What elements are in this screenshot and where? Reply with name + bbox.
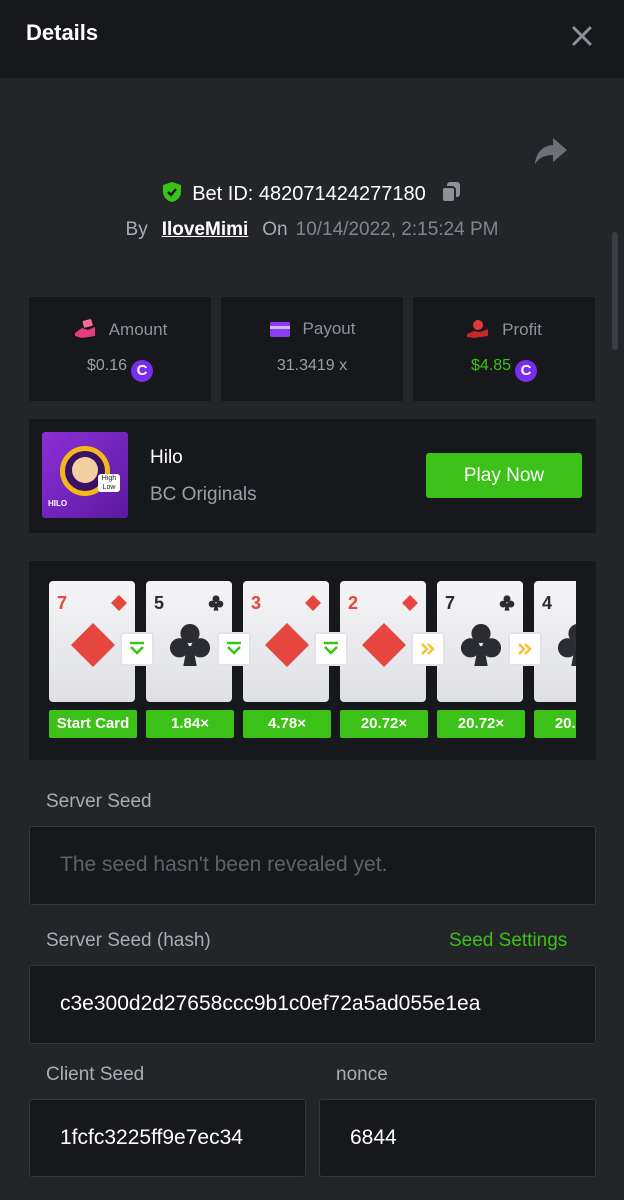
lower-arrow-icon bbox=[217, 632, 251, 666]
coin-icon: C bbox=[131, 360, 154, 382]
lower-arrow-icon bbox=[120, 632, 154, 666]
seed-settings-link[interactable]: Seed Settings bbox=[449, 930, 567, 952]
stat-value: $4.85 bbox=[470, 357, 512, 374]
server-hash-label: Server Seed (hash) bbox=[46, 930, 211, 951]
stat-profit: Profit $4.85 C bbox=[413, 297, 595, 401]
badge-high: High bbox=[101, 475, 117, 482]
play-now-button[interactable]: Play Now bbox=[426, 453, 582, 498]
scrollbar[interactable] bbox=[612, 232, 618, 350]
diamond-suit-icon bbox=[362, 623, 406, 667]
thumbnail-tag: HILO bbox=[48, 499, 68, 508]
card-multiplier: 20.72× bbox=[340, 710, 428, 738]
skip-arrow-icon bbox=[508, 632, 542, 666]
amount-icon bbox=[74, 319, 95, 338]
card-rank: 7 bbox=[445, 593, 456, 613]
close-icon[interactable] bbox=[568, 22, 596, 50]
stat-label: Profit bbox=[502, 320, 542, 339]
server-hash-field[interactable]: c3e300d2d27658ccc9b1c0ef72a5ad055e1ea bbox=[29, 965, 596, 1044]
card-rank: 5 bbox=[154, 593, 165, 613]
stat-label: Payout bbox=[302, 319, 356, 338]
bet-date: 10/14/2022, 2:15:24 PM bbox=[295, 219, 499, 240]
chevron-down-icon bbox=[324, 641, 338, 655]
game-panel: High Low HILO Hilo BC Originals Play Now bbox=[29, 419, 596, 533]
stat-value: $0.16 bbox=[86, 357, 128, 374]
diamond-suit-icon bbox=[402, 595, 418, 611]
chevron-down-icon bbox=[130, 641, 144, 655]
card-strip: 7 Start Card 5 1.84× 3 4.78× 2 20.72× 7 20.72× 4 20… bbox=[29, 561, 576, 760]
diamond-suit-icon bbox=[71, 623, 115, 667]
club-suit-icon bbox=[169, 623, 211, 667]
nonce-label: nonce bbox=[336, 1064, 388, 1085]
server-seed-label: Server Seed bbox=[46, 791, 152, 812]
lower-arrow-icon bbox=[314, 632, 348, 666]
client-seed-label: Client Seed bbox=[46, 1064, 145, 1085]
card-rank: 3 bbox=[251, 593, 262, 613]
bet-id: Bet ID: 482071424277180 bbox=[192, 183, 426, 205]
header-bar: Details bbox=[0, 0, 624, 78]
card-rank: 2 bbox=[348, 593, 359, 613]
skip-arrow-icon bbox=[411, 632, 445, 666]
card-multiplier: 4.78× bbox=[243, 710, 331, 738]
game-name: Hilo bbox=[150, 447, 183, 468]
diamond-suit-icon bbox=[305, 595, 321, 611]
stat-label: Amount bbox=[108, 320, 168, 339]
card-multiplier: 20.72× bbox=[437, 710, 525, 738]
card-rank: 4 bbox=[542, 593, 553, 613]
double-chevron-right-icon bbox=[518, 643, 532, 655]
share-icon[interactable] bbox=[534, 136, 568, 166]
payout-card-icon bbox=[269, 322, 290, 337]
club-suit-icon bbox=[208, 595, 224, 611]
club-suit-icon bbox=[499, 595, 515, 611]
card-multiplier: 20.72× bbox=[534, 710, 576, 738]
double-chevron-right-icon bbox=[421, 643, 435, 655]
chevron-down-icon bbox=[227, 641, 241, 655]
diamond-suit-icon bbox=[265, 623, 309, 667]
stat-value: 31.3419 x bbox=[276, 357, 348, 374]
club-suit-icon bbox=[557, 624, 576, 667]
club-suit-icon bbox=[460, 623, 502, 667]
card-history: 7 Start Card 5 1.84× 3 4.78× 2 20.72× 7 20.72× 4 20… bbox=[29, 561, 596, 760]
nonce-field[interactable]: 6844 bbox=[319, 1099, 596, 1177]
by-label: By bbox=[125, 219, 148, 240]
bet-id-line: Bet ID: 482071424277180 bbox=[0, 181, 624, 209]
on-label: On bbox=[262, 219, 288, 240]
game-thumbnail[interactable]: High Low HILO bbox=[42, 432, 128, 518]
username-link[interactable]: IloveMimi bbox=[162, 219, 249, 240]
card-multiplier: Start Card bbox=[49, 710, 137, 738]
card-rank: 7 bbox=[57, 593, 68, 613]
page-title: Details bbox=[26, 20, 99, 45]
verified-shield-icon bbox=[163, 182, 182, 202]
client-seed-field[interactable]: 1fcfc3225ff9e7ec34 bbox=[29, 1099, 306, 1177]
badge-low: Low bbox=[102, 484, 116, 491]
server-seed-field[interactable]: The seed hasn't been revealed yet. bbox=[29, 826, 596, 905]
stat-amount: Amount $0.16 C bbox=[29, 297, 211, 401]
stat-payout: Payout 31.3419 x bbox=[221, 297, 403, 401]
diamond-suit-icon bbox=[111, 595, 127, 611]
thumbnail-badge: High Low bbox=[98, 474, 120, 492]
copy-icon[interactable] bbox=[440, 181, 462, 203]
thumbnail-character bbox=[72, 457, 98, 483]
coin-icon: C bbox=[515, 360, 538, 382]
card-multiplier: 1.84× bbox=[146, 710, 234, 738]
game-provider: BC Originals bbox=[150, 484, 257, 505]
bet-meta: By IloveMimi On 10/14/2022, 2:15:24 PM bbox=[0, 219, 624, 241]
profit-icon bbox=[467, 320, 489, 338]
